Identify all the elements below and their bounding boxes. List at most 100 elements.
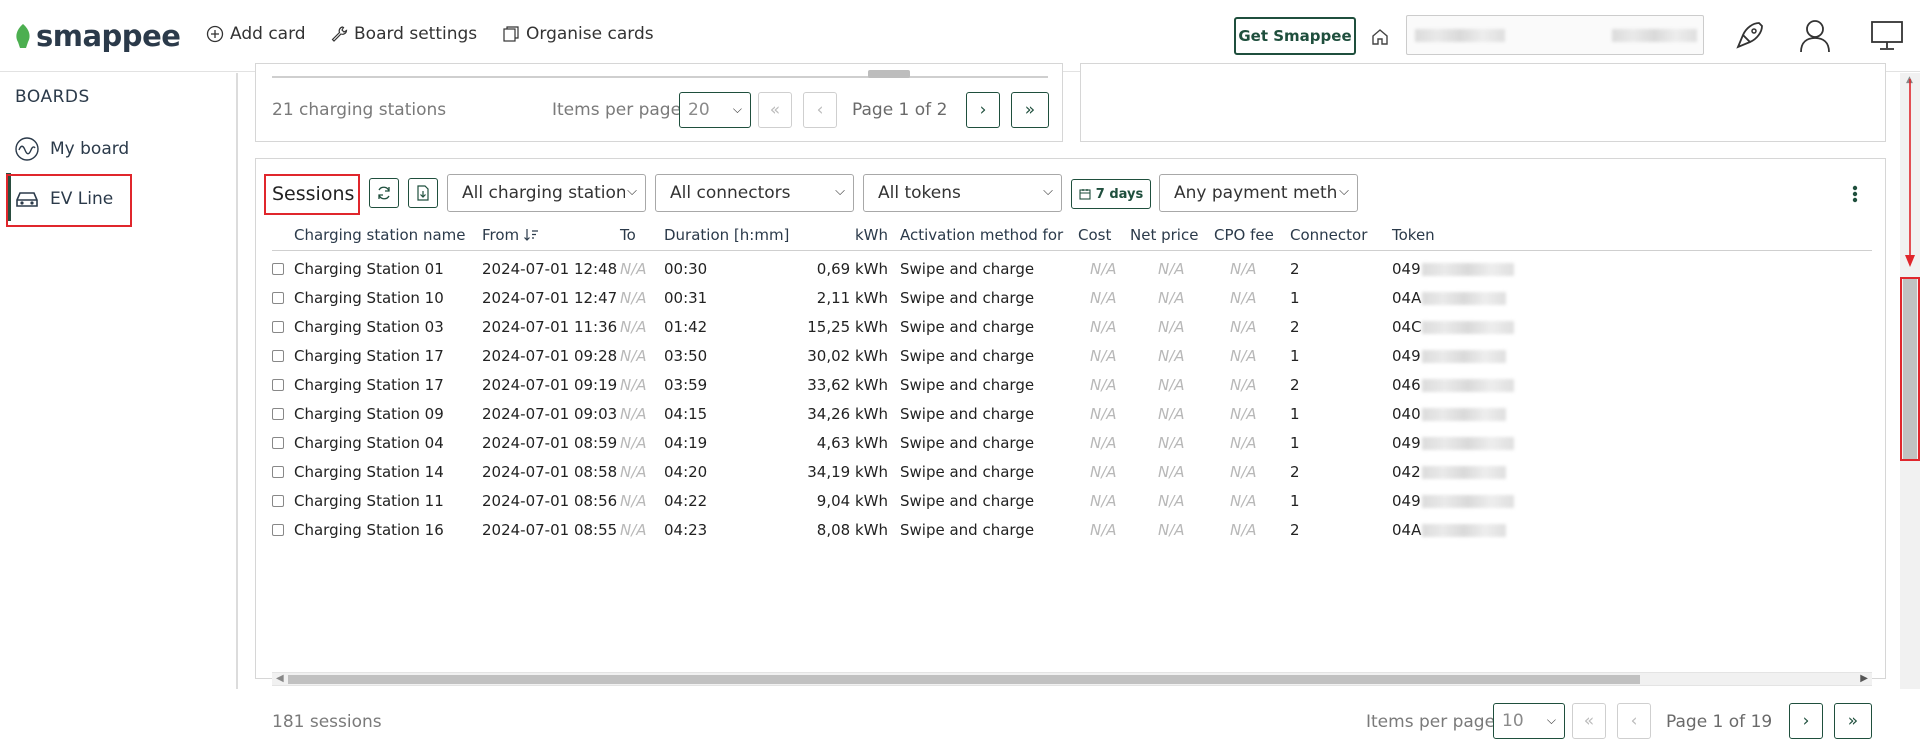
chevron-down-icon: ⌵	[625, 184, 637, 199]
col-header-station[interactable]: Charging station name	[294, 226, 466, 244]
col-header-to[interactable]: To	[620, 226, 636, 244]
cell-net-price: N/A	[1158, 289, 1185, 307]
table-row[interactable]: Charging Station 17 2024-07-01 09:19 N/A 03…	[256, 370, 1856, 399]
cell-cost: N/A	[1090, 289, 1117, 307]
top-bar: smappee Add card Board settings Organise…	[0, 0, 1920, 72]
cell-from: 2024-07-01 11:36	[482, 318, 618, 336]
col-header-net-price[interactable]: Net price	[1130, 226, 1198, 244]
refresh-button[interactable]	[369, 178, 399, 208]
cell-activation: Swipe and charge	[900, 318, 1035, 336]
payment-filter-value: Any payment metho	[1174, 183, 1348, 203]
col-header-kwh[interactable]: kWh	[848, 226, 888, 244]
cell-cost: N/A	[1090, 376, 1117, 394]
row-checkbox[interactable]	[272, 321, 284, 333]
next-page-button[interactable]: ›	[1789, 703, 1823, 739]
table-row[interactable]: Charging Station 01 2024-07-01 12:48 N/A 00…	[256, 254, 1856, 283]
cell-net-price: N/A	[1158, 492, 1185, 510]
chevron-down-icon: ⌵	[1043, 184, 1053, 199]
col-header-cpo-fee[interactable]: CPO fee	[1214, 226, 1274, 244]
more-options-icon[interactable]	[1851, 183, 1859, 205]
scroll-left-arrow-icon[interactable]: ◀	[276, 673, 284, 684]
cell-cost: N/A	[1090, 434, 1117, 452]
cell-connector: 1	[1290, 492, 1300, 510]
smappee-logo[interactable]: smappee	[14, 18, 181, 54]
cell-net-price: N/A	[1158, 521, 1185, 539]
horizontal-scrollbar[interactable]: ◀ ▶	[272, 672, 1872, 686]
row-checkbox[interactable]	[272, 466, 284, 478]
organise-cards-button[interactable]: Organise cards	[502, 24, 654, 44]
wave-icon	[15, 137, 39, 161]
row-checkbox[interactable]	[272, 495, 284, 507]
payment-filter-select[interactable]: Any payment metho ⌵	[1159, 174, 1358, 212]
first-page-button[interactable]: «	[758, 92, 792, 128]
cell-from: 2024-07-01 08:55	[482, 521, 618, 539]
stations-count: 21 charging stations	[272, 100, 447, 120]
redacted-token	[1422, 495, 1514, 508]
sidebar-item-my-board[interactable]: My board	[14, 136, 129, 162]
table-row[interactable]: Charging Station 09 2024-07-01 09:03 N/A 04…	[256, 399, 1856, 428]
table-row[interactable]: Charging Station 10 2024-07-01 12:47 N/A 00…	[256, 283, 1856, 312]
next-page-button[interactable]: ›	[966, 92, 1000, 128]
table-row[interactable]: Charging Station 17 2024-07-01 09:28 N/A 03…	[256, 341, 1856, 370]
row-checkbox[interactable]	[272, 524, 284, 536]
cell-activation: Swipe and charge	[900, 463, 1035, 481]
page-vertical-scrollbar[interactable]: ▲	[1900, 73, 1920, 689]
prev-page-button[interactable]: ‹	[1617, 703, 1651, 739]
table-row[interactable]: Charging Station 11 2024-07-01 08:56 N/A 04…	[256, 486, 1856, 515]
cell-duration: 04:20	[664, 463, 708, 481]
cell-cpo-fee: N/A	[1230, 347, 1257, 365]
cell-to: N/A	[620, 492, 647, 510]
logo-text: smappee	[36, 19, 181, 53]
location-search-field[interactable]	[1406, 15, 1704, 55]
table-row[interactable]: Charging Station 04 2024-07-01 08:59 N/A 04…	[256, 428, 1856, 457]
row-checkbox[interactable]	[272, 379, 284, 391]
cell-kwh: 34,26 kWh	[807, 405, 888, 423]
connectors-filter-select[interactable]: All connectors ⌵	[655, 174, 854, 212]
board-settings-button[interactable]: Board settings	[330, 24, 477, 44]
get-smappee-button[interactable]: Get Smappee	[1234, 17, 1356, 55]
scroll-right-arrow-icon[interactable]: ▶	[1860, 673, 1868, 684]
col-header-connector[interactable]: Connector	[1290, 226, 1367, 244]
cell-cpo-fee: N/A	[1230, 260, 1257, 278]
row-checkbox[interactable]	[272, 437, 284, 449]
last-page-button[interactable]: »	[1834, 703, 1872, 739]
user-icon[interactable]	[1798, 18, 1832, 54]
items-per-page-select[interactable]: 10 ⌵	[1493, 703, 1565, 739]
first-page-button[interactable]: «	[1572, 703, 1606, 739]
cell-station: Charging Station 17	[294, 347, 444, 365]
col-header-duration[interactable]: Duration [h:mm]	[664, 226, 789, 244]
export-button[interactable]	[408, 178, 438, 208]
table-row[interactable]: Charging Station 03 2024-07-01 11:36 N/A 01…	[256, 312, 1856, 341]
last-page-button[interactable]: »	[1011, 92, 1049, 128]
cell-cpo-fee: N/A	[1230, 463, 1257, 481]
table-bottom-border	[272, 76, 1048, 78]
prev-page-button[interactable]: ‹	[803, 92, 837, 128]
horizontal-scrollbar-thumb[interactable]	[868, 70, 910, 78]
cell-cpo-fee: N/A	[1230, 376, 1257, 394]
rocket-icon[interactable]	[1733, 18, 1767, 52]
col-header-from[interactable]: From	[482, 226, 539, 244]
cell-cpo-fee: N/A	[1230, 318, 1257, 336]
table-row[interactable]: Charging Station 14 2024-07-01 08:58 N/A 04…	[256, 457, 1856, 486]
cell-duration: 00:31	[664, 289, 708, 307]
items-per-page-value: 20	[688, 100, 710, 120]
station-filter-select[interactable]: All charging station ⌵	[447, 174, 646, 212]
horizontal-scrollbar-thumb[interactable]	[288, 675, 1640, 684]
sessions-card: Sessions All charging station ⌵ All conn…	[255, 158, 1886, 739]
monitor-icon[interactable]	[1870, 18, 1904, 52]
col-header-token[interactable]: Token	[1392, 226, 1435, 244]
table-row[interactable]: Charging Station 16 2024-07-01 08:55 N/A 04…	[256, 515, 1856, 544]
date-range-button[interactable]: 7 days	[1071, 179, 1151, 209]
home-icon[interactable]	[1370, 27, 1390, 47]
cell-to: N/A	[620, 434, 647, 452]
tokens-filter-select[interactable]: All tokens ⌵	[863, 174, 1062, 212]
col-header-activation[interactable]: Activation method for	[900, 226, 1063, 244]
row-checkbox[interactable]	[272, 408, 284, 420]
row-checkbox[interactable]	[272, 292, 284, 304]
col-header-cost[interactable]: Cost	[1078, 226, 1111, 244]
row-checkbox[interactable]	[272, 350, 284, 362]
items-per-page-select[interactable]: 20 ⌵	[679, 92, 751, 128]
add-card-button[interactable]: Add card	[206, 24, 306, 44]
cell-duration: 04:19	[664, 434, 708, 452]
row-checkbox[interactable]	[272, 263, 284, 275]
